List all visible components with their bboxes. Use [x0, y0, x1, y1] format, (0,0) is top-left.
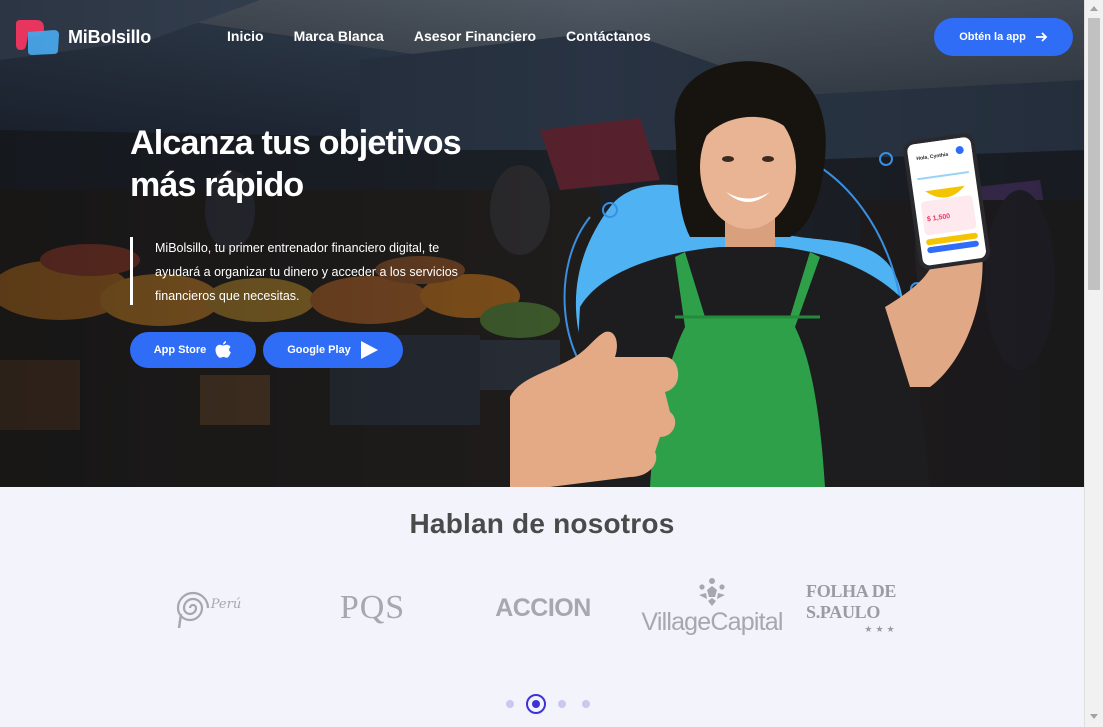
village-capital-logo-text: VillageCapital	[641, 608, 783, 636]
folha-logo: FOLHA DE S.PAULO ★★★	[806, 580, 956, 636]
play-icon	[360, 341, 378, 359]
folha-stars-icon: ★★★	[864, 624, 898, 634]
page-scrollbar[interactable]	[1084, 0, 1103, 727]
hero-title: Alcanza tus objetivos más rápido	[130, 122, 550, 206]
pqs-logo-text: PQS	[339, 589, 406, 626]
arrow-right-icon	[1035, 32, 1048, 42]
hero-woman-image: Hola, Cynthia $ 1,500	[510, 61, 991, 487]
press-section-title: Hablan de nosotros	[409, 508, 675, 539]
brand-logo[interactable]: MiBolsillo	[14, 18, 151, 56]
hero-title-line-1: Alcanza tus objetivos	[130, 124, 462, 162]
carousel-dot-2[interactable]	[526, 694, 546, 714]
accion-logo: ACCION	[488, 580, 598, 636]
mibolsillo-logo-icon	[14, 18, 60, 56]
carousel-dot-1[interactable]	[506, 700, 514, 708]
village-capital-star-icon	[699, 578, 725, 606]
apple-icon	[215, 341, 232, 358]
carousel-dot-3[interactable]	[558, 700, 566, 708]
village-capital-logo: VillageCapital	[636, 576, 788, 638]
hero-title-line-2: más rápido	[130, 166, 304, 204]
nav-link-inicio[interactable]: Inicio	[227, 28, 264, 44]
nav-link-asesor-financiero[interactable]: Asesor Financiero	[414, 28, 536, 44]
brand-name: MiBolsillo	[68, 26, 151, 47]
get-app-label: Obtén la app	[959, 31, 1026, 43]
nav-links: Inicio Marca Blanca Asesor Financiero Co…	[227, 28, 681, 44]
nav-link-contactanos[interactable]: Contáctanos	[566, 28, 651, 44]
peru-logo-text: Perú	[210, 596, 242, 612]
carousel-dot-4[interactable]	[582, 700, 590, 708]
app-store-button[interactable]: App Store	[130, 332, 256, 368]
hero-description: MiBolsillo, tu primer entrenador financi…	[155, 241, 458, 303]
nav-link-marca-blanca[interactable]: Marca Blanca	[294, 28, 384, 44]
hero-description-block: MiBolsillo, tu primer entrenador financi…	[130, 237, 470, 305]
navbar: MiBolsillo Inicio Marca Blanca Asesor Fi…	[0, 0, 1084, 72]
hero-section: Hola, Cynthia $ 1,500 MiBolsillo Inicio …	[0, 0, 1084, 487]
scroll-down-icon[interactable]	[1090, 714, 1098, 719]
pqs-logo: PQS	[325, 580, 420, 636]
google-play-button[interactable]: Google Play	[263, 332, 403, 368]
scroll-up-icon[interactable]	[1090, 6, 1098, 11]
folha-logo-text: FOLHA DE S.PAULO	[806, 581, 897, 622]
app-store-label: App Store	[153, 344, 207, 356]
scrollbar-thumb[interactable]	[1088, 18, 1100, 290]
accion-logo-text: ACCION	[495, 593, 591, 622]
peru-logo: Perú	[160, 580, 250, 636]
carousel-dots	[498, 694, 598, 714]
google-play-label: Google Play	[287, 344, 351, 356]
get-app-button[interactable]: Obtén la app	[934, 18, 1073, 56]
